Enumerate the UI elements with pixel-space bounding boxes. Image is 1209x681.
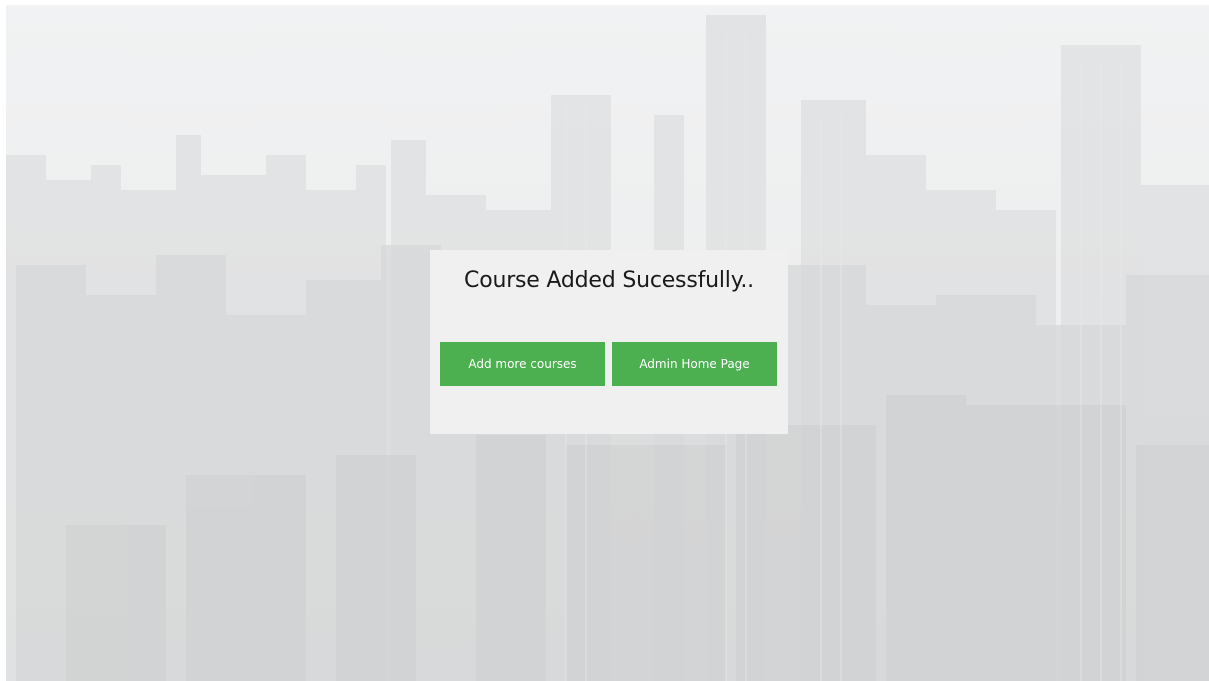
admin-home-page-button[interactable]: Admin Home Page bbox=[612, 342, 777, 386]
success-card: Course Added Sucessfully.. Add more cour… bbox=[430, 250, 788, 434]
page: Course Added Sucessfully.. Add more cour… bbox=[0, 0, 1209, 681]
success-message: Course Added Sucessfully.. bbox=[464, 268, 754, 293]
add-more-courses-button[interactable]: Add more courses bbox=[440, 342, 605, 386]
